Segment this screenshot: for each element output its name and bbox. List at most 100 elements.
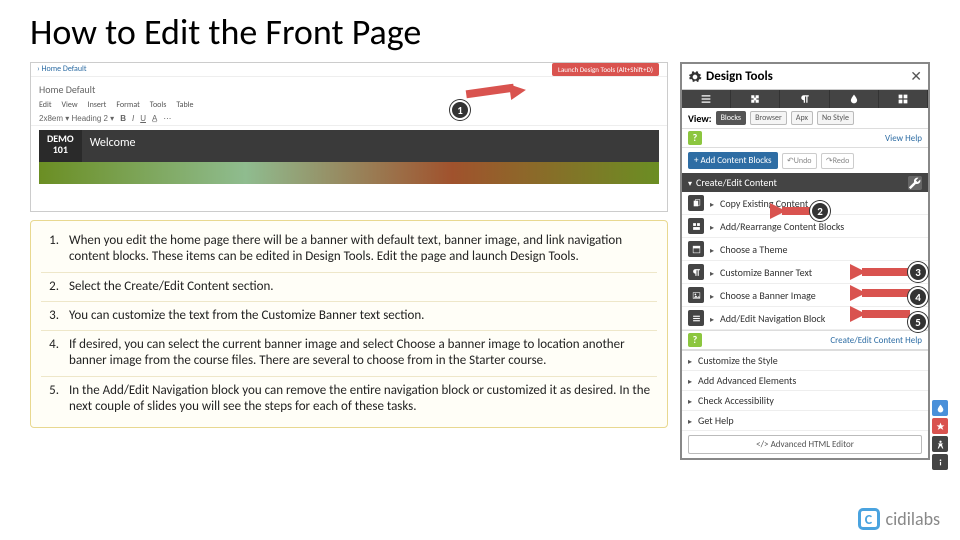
bold-icon[interactable]: B — [120, 114, 126, 123]
chevron-right-icon — [710, 312, 714, 325]
item-choose-theme[interactable]: Choose a Theme — [682, 238, 928, 261]
paragraph-icon — [688, 264, 704, 280]
chevron-down-icon — [688, 176, 692, 189]
item-label: Customize the Style — [698, 354, 778, 367]
tab-puzzle-icon[interactable] — [731, 90, 780, 108]
chevron-right-icon — [710, 197, 714, 210]
view-chip-nostyle[interactable]: No Style — [817, 111, 854, 125]
info-icon[interactable] — [932, 454, 948, 470]
redo-button[interactable]: ↷Redo — [821, 153, 854, 169]
chevron-right-icon — [688, 374, 692, 387]
view-chip-apx[interactable]: Apx — [791, 111, 813, 125]
logo-mark: C — [858, 508, 880, 530]
tab-droplet-icon[interactable] — [830, 90, 879, 108]
item-label: Add/Rearrange Content Blocks — [720, 220, 844, 233]
page-title: How to Edit the Front Page — [0, 0, 960, 62]
step-number: 3. — [41, 308, 59, 324]
chevron-right-icon — [710, 220, 714, 233]
view-help-link[interactable]: View Help — [885, 133, 922, 144]
logo-text: cidilabs — [886, 508, 941, 530]
editor-page-title: Home Default — [31, 77, 667, 98]
star-icon[interactable] — [932, 418, 948, 434]
gear-icon — [688, 70, 702, 84]
item-check-accessibility[interactable]: Check Accessibility — [682, 391, 928, 411]
item-label: Choose a Theme — [720, 243, 787, 256]
menu-item[interactable]: Table — [176, 100, 193, 110]
close-icon[interactable]: ✕ — [910, 68, 922, 85]
create-edit-content-header[interactable]: Create/Edit Content — [682, 173, 928, 192]
design-tools-panel: Design Tools ✕ View: Blocks Browser Apx … — [680, 62, 930, 460]
chevron-right-icon — [688, 394, 692, 407]
callout-2: 2 — [810, 201, 830, 221]
more-icon[interactable]: ⋯ — [163, 114, 171, 123]
content-help-link[interactable]: Create/Edit Content Help — [830, 335, 922, 346]
item-get-help[interactable]: Get Help — [682, 411, 928, 431]
tab-paragraph-icon[interactable] — [780, 90, 829, 108]
undo-button[interactable]: ↶Undo — [782, 153, 816, 169]
step-text: When you edit the home page there will b… — [69, 233, 657, 266]
nav-icon — [688, 310, 704, 326]
instruction-steps: 1.When you edit the home page there will… — [30, 220, 668, 428]
chevron-right-icon — [710, 266, 714, 279]
panel-title: Design Tools — [706, 69, 910, 84]
item-label: Add Advanced Elements — [698, 374, 796, 387]
chevron-right-icon — [688, 414, 692, 427]
step-text: You can customize the text from the Cust… — [69, 308, 657, 324]
view-chip-blocks[interactable]: Blocks — [716, 111, 746, 125]
item-customize-style[interactable]: Customize the Style — [682, 351, 928, 371]
image-icon — [688, 287, 704, 303]
panel-tabstrip[interactable] — [682, 90, 928, 108]
step-text: In the Add/Edit Navigation block you can… — [69, 383, 657, 416]
callout-3: 3 — [908, 262, 928, 282]
droplet-icon[interactable] — [932, 400, 948, 416]
section-title: Create/Edit Content — [696, 176, 777, 189]
step-text: If desired, you can select the current b… — [69, 337, 657, 370]
add-content-blocks-button[interactable]: + Add Content Blocks — [688, 152, 778, 169]
menu-item[interactable]: Tools — [150, 100, 167, 110]
banner-welcome-text: Welcome — [82, 130, 659, 162]
step-number: 2. — [41, 279, 59, 295]
item-label: Customize Banner Text — [720, 266, 812, 279]
cidilabs-logo: C cidilabs — [858, 508, 941, 530]
theme-icon — [688, 241, 704, 257]
item-add-rearrange[interactable]: Add/Rearrange Content Blocks — [682, 215, 928, 238]
menu-item[interactable]: Insert — [88, 100, 107, 110]
chevron-right-icon — [710, 243, 714, 256]
tab-list-icon[interactable] — [682, 90, 731, 108]
item-add-advanced[interactable]: Add Advanced Elements — [682, 371, 928, 391]
step-number: 5. — [41, 383, 59, 416]
editor-screenshot: › Home Default Launch Design Tools (Alt+… — [30, 62, 668, 212]
banner-image-preview — [39, 162, 659, 184]
blocks-icon — [688, 218, 704, 234]
callout-4: 4 — [908, 287, 928, 307]
italic-icon[interactable]: I — [132, 114, 134, 123]
advanced-html-editor-button[interactable]: </> Advanced HTML Editor — [688, 435, 922, 454]
view-chip-browser[interactable]: Browser — [750, 111, 787, 125]
tab-grid-icon[interactable] — [879, 90, 928, 108]
chevron-right-icon — [710, 289, 714, 302]
step-number: 4. — [41, 337, 59, 370]
callout-1: 1 — [450, 100, 470, 120]
callout-5: 5 — [908, 312, 928, 332]
menu-item[interactable]: Edit — [39, 100, 52, 110]
menu-item[interactable]: View — [62, 100, 78, 110]
item-label: Add/Edit Navigation Block — [720, 312, 825, 325]
item-label: Check Accessibility — [698, 394, 774, 407]
help-icon[interactable]: ? — [688, 333, 702, 347]
help-icon[interactable]: ? — [688, 131, 702, 145]
accessibility-icon[interactable] — [932, 436, 948, 452]
item-label: Choose a Banner Image — [720, 289, 816, 302]
launch-design-tools-button[interactable]: Launch Design Tools (Alt+Shift+D) — [552, 63, 659, 76]
wrench-icon[interactable] — [908, 176, 922, 190]
copy-icon — [688, 195, 704, 211]
step-text: Select the Create/Edit Content section. — [69, 279, 657, 295]
editor-menubar[interactable]: Edit View Insert Format Tools Table — [31, 98, 667, 112]
demo-badge: DEMO101 — [39, 130, 82, 162]
underline-icon[interactable]: U — [140, 114, 146, 123]
view-label: View: — [688, 112, 712, 125]
font-size-select[interactable]: 2x8em ▾ Heading 2 ▾ — [39, 114, 114, 123]
text-color-icon[interactable]: A̲ — [152, 114, 157, 123]
banner-preview: DEMO101 Welcome — [39, 130, 659, 162]
menu-item[interactable]: Format — [116, 100, 139, 110]
editor-toolbar[interactable]: 2x8em ▾ Heading 2 ▾ B I U A̲ ⋯ — [31, 112, 667, 126]
